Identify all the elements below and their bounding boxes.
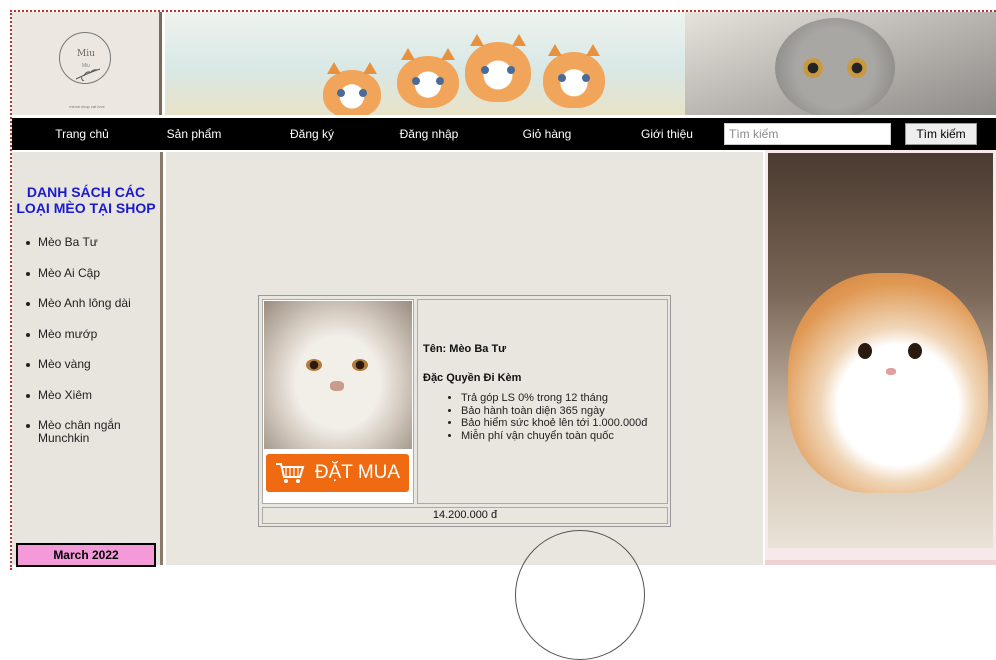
logo-text: Miu [77, 49, 95, 59]
sidebar-item-egyptian[interactable]: Mèo Ai Cập [26, 266, 156, 280]
perk-item: Bảo hành toàn diện 365 ngày [461, 405, 662, 418]
search-button[interactable]: Tìm kiếm [905, 123, 977, 145]
main-content: ĐẶT MUA Tên: Mèo Ba Tư Đặc Quyền Đi Kèm … [166, 152, 763, 660]
kitten-image [465, 34, 531, 102]
branch-icon [75, 68, 101, 81]
product-image-cell: ĐẶT MUA [262, 299, 414, 504]
kittens-banner [165, 12, 685, 115]
buy-button[interactable]: ĐẶT MUA [266, 454, 409, 492]
sidebar-item-persian[interactable]: Mèo Ba Tư [26, 236, 156, 249]
sidebar-title: DANH SÁCH CÁC LOẠI MÈO TẠI SHOP [16, 184, 156, 216]
nav-item-cart[interactable]: Giỏ hàng [507, 127, 587, 141]
product-name: Tên: Mèo Ba Tư [423, 343, 507, 355]
sidebar-item-tabby[interactable]: Mèo mướp [26, 327, 156, 341]
perk-item: Trả góp LS 0% trong 12 tháng [461, 392, 662, 405]
calendar-month: March 2022 [16, 543, 156, 567]
nav-item-register[interactable]: Đăng ký [272, 127, 352, 141]
perks-heading: Đặc Quyền Đi Kèm [423, 372, 522, 384]
kitten-image [543, 44, 605, 108]
buy-button-label: ĐẶT MUA [314, 462, 401, 483]
nav-item-login[interactable]: Đăng nhập [384, 127, 474, 141]
orange-white-cat-image [768, 153, 993, 548]
cat-type-list: Mèo Ba Tư Mèo Ai Cập Mèo Anh lông dài Mè… [26, 236, 156, 463]
sidebar: DANH SÁCH CÁC LOẠI MÈO TẠI SHOP Mèo Ba T… [12, 152, 163, 567]
product-price: 14.200.000 đ [262, 507, 668, 524]
sidebar-item-munchkin[interactable]: Mèo chân ngắn Munchkin [26, 419, 156, 445]
perks-list: Trả góp LS 0% trong 12 tháng Bảo hành to… [423, 392, 662, 442]
cart-icon [275, 463, 305, 483]
product-info-cell: Tên: Mèo Ba Tư Đặc Quyền Đi Kèm Trả góp … [417, 299, 668, 504]
nav-item-products[interactable]: Sản phẩm [154, 127, 234, 141]
sidebar-item-siamese[interactable]: Mèo Xiêm [26, 388, 156, 402]
nav-item-about[interactable]: Giới thiệu [627, 127, 707, 141]
right-panel [765, 150, 996, 565]
nav-bar: Trang chủ Sản phẩm Đăng ký Đăng nhập Giỏ… [12, 118, 996, 150]
sidebar-item-british-longhair[interactable]: Mèo Anh lông dài [26, 297, 156, 310]
perk-item: Miễn phí vận chuyển toàn quốc [461, 430, 662, 443]
grey-cat-banner [685, 12, 996, 115]
logo-circle: Miu Miu [59, 32, 111, 84]
search-input[interactable] [724, 123, 891, 145]
kitten-image [323, 62, 381, 115]
nav-item-home[interactable]: Trang chủ [42, 127, 122, 141]
logo[interactable]: Miu Miu meow shop cat love [12, 12, 162, 115]
persian-cat-image [264, 301, 412, 449]
header: Miu Miu meow shop cat love [12, 12, 996, 115]
grey-cat-image [775, 18, 895, 115]
logo-tagline: meow shop cat love [69, 104, 105, 109]
decorative-circle [515, 530, 645, 660]
sidebar-item-yellow[interactable]: Mèo vàng [26, 358, 156, 371]
kitten-image [397, 48, 459, 108]
decorative-strip [765, 560, 996, 565]
perk-item: Bảo hiểm sức khoẻ lên tới 1.000.000đ [461, 417, 662, 430]
product-card: ĐẶT MUA Tên: Mèo Ba Tư Đặc Quyền Đi Kèm … [258, 295, 671, 527]
